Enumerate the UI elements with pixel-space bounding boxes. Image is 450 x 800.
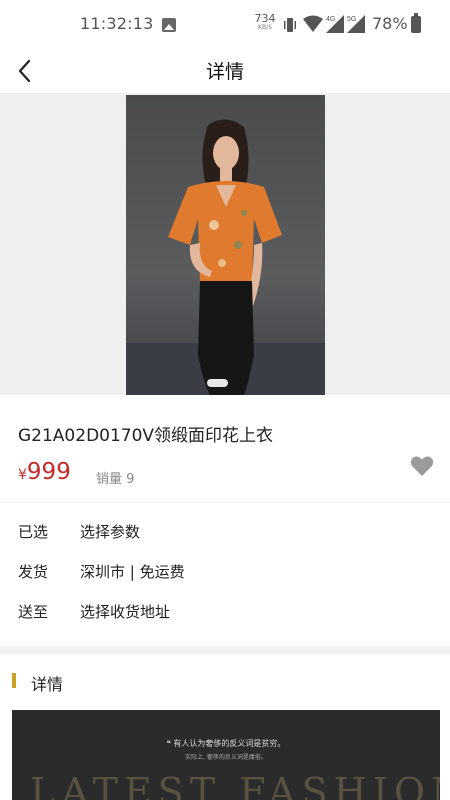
price-currency: ¥ (18, 467, 27, 483)
nav-bar: 详情 (0, 48, 450, 94)
price-amount: 999 (26, 459, 71, 485)
detail-banner-image: ❝ 有人认为奢侈的反义词是贫穷。 实际上, 奢侈的反义词是庸俗。 LATEST … (12, 710, 440, 800)
network-speed-value: 734 (254, 12, 276, 25)
option-row-shipping[interactable]: 发货 深圳市 | 免运费 (0, 543, 450, 583)
status-time: 11:32:13 (80, 14, 154, 33)
favorite-heart-icon[interactable] (410, 455, 434, 477)
option-value: 选择参数 (80, 523, 141, 541)
option-value: 选择收货地址 (80, 603, 171, 621)
banner-subquote: 实际上, 奢侈的反义词是庸俗。 (185, 754, 267, 761)
banner-quote: ❝ 有人认为奢侈的反义词是贫穷。 (166, 739, 286, 748)
product-info-card: G21A02D0170V领缎面印花上衣 ¥999 销量 9 (0, 395, 450, 502)
detail-section: 详情 ❝ 有人认为奢侈的反义词是贫穷。 实际上, 奢侈的反义词是庸俗。 LATE… (0, 654, 450, 800)
section-marker (12, 673, 16, 688)
option-row-deliver-to[interactable]: 送至 选择收货地址 (0, 583, 450, 623)
image-notification-icon (162, 18, 176, 32)
carousel-indicator[interactable] (207, 379, 228, 387)
option-value: 深圳市 | 免运费 (80, 563, 185, 581)
product-title: G21A02D0170V领缎面印花上衣 (18, 426, 274, 446)
status-bar: 11:32:13 734 KB/S 4G 5G 78% (0, 0, 450, 48)
option-row-selected[interactable]: 已选 选择参数 (0, 503, 450, 543)
option-label: 已选 (18, 523, 49, 541)
banner-watermark-text: LATEST FASHION (30, 770, 440, 800)
sales-count: 销量 9 (96, 472, 135, 487)
model-illustration (168, 119, 282, 395)
option-label: 发货 (18, 563, 49, 581)
purchase-options: 已选 选择参数 发货 深圳市 | 免运费 送至 选择收货地址 (0, 503, 450, 646)
vibrate-icon (284, 18, 296, 32)
product-photo[interactable] (126, 95, 325, 395)
signal-4g-icon: 4G (326, 15, 344, 33)
network-speed-unit: KB/S (258, 24, 272, 31)
wifi-icon (303, 15, 323, 32)
page-title: 详情 (205, 61, 244, 83)
signal-5g-icon: 5G (347, 15, 365, 33)
network-speed: 734 KB/S (254, 13, 276, 31)
signal-4g-label: 4G (326, 16, 335, 23)
signal-5g-label: 5G (347, 16, 356, 23)
product-image-carousel[interactable] (0, 95, 450, 395)
detail-heading: 详情 (31, 675, 64, 694)
battery-percentage: 78% (372, 14, 408, 33)
battery-icon (411, 13, 421, 33)
option-label: 送至 (18, 603, 49, 621)
product-price: ¥999 (18, 459, 71, 485)
